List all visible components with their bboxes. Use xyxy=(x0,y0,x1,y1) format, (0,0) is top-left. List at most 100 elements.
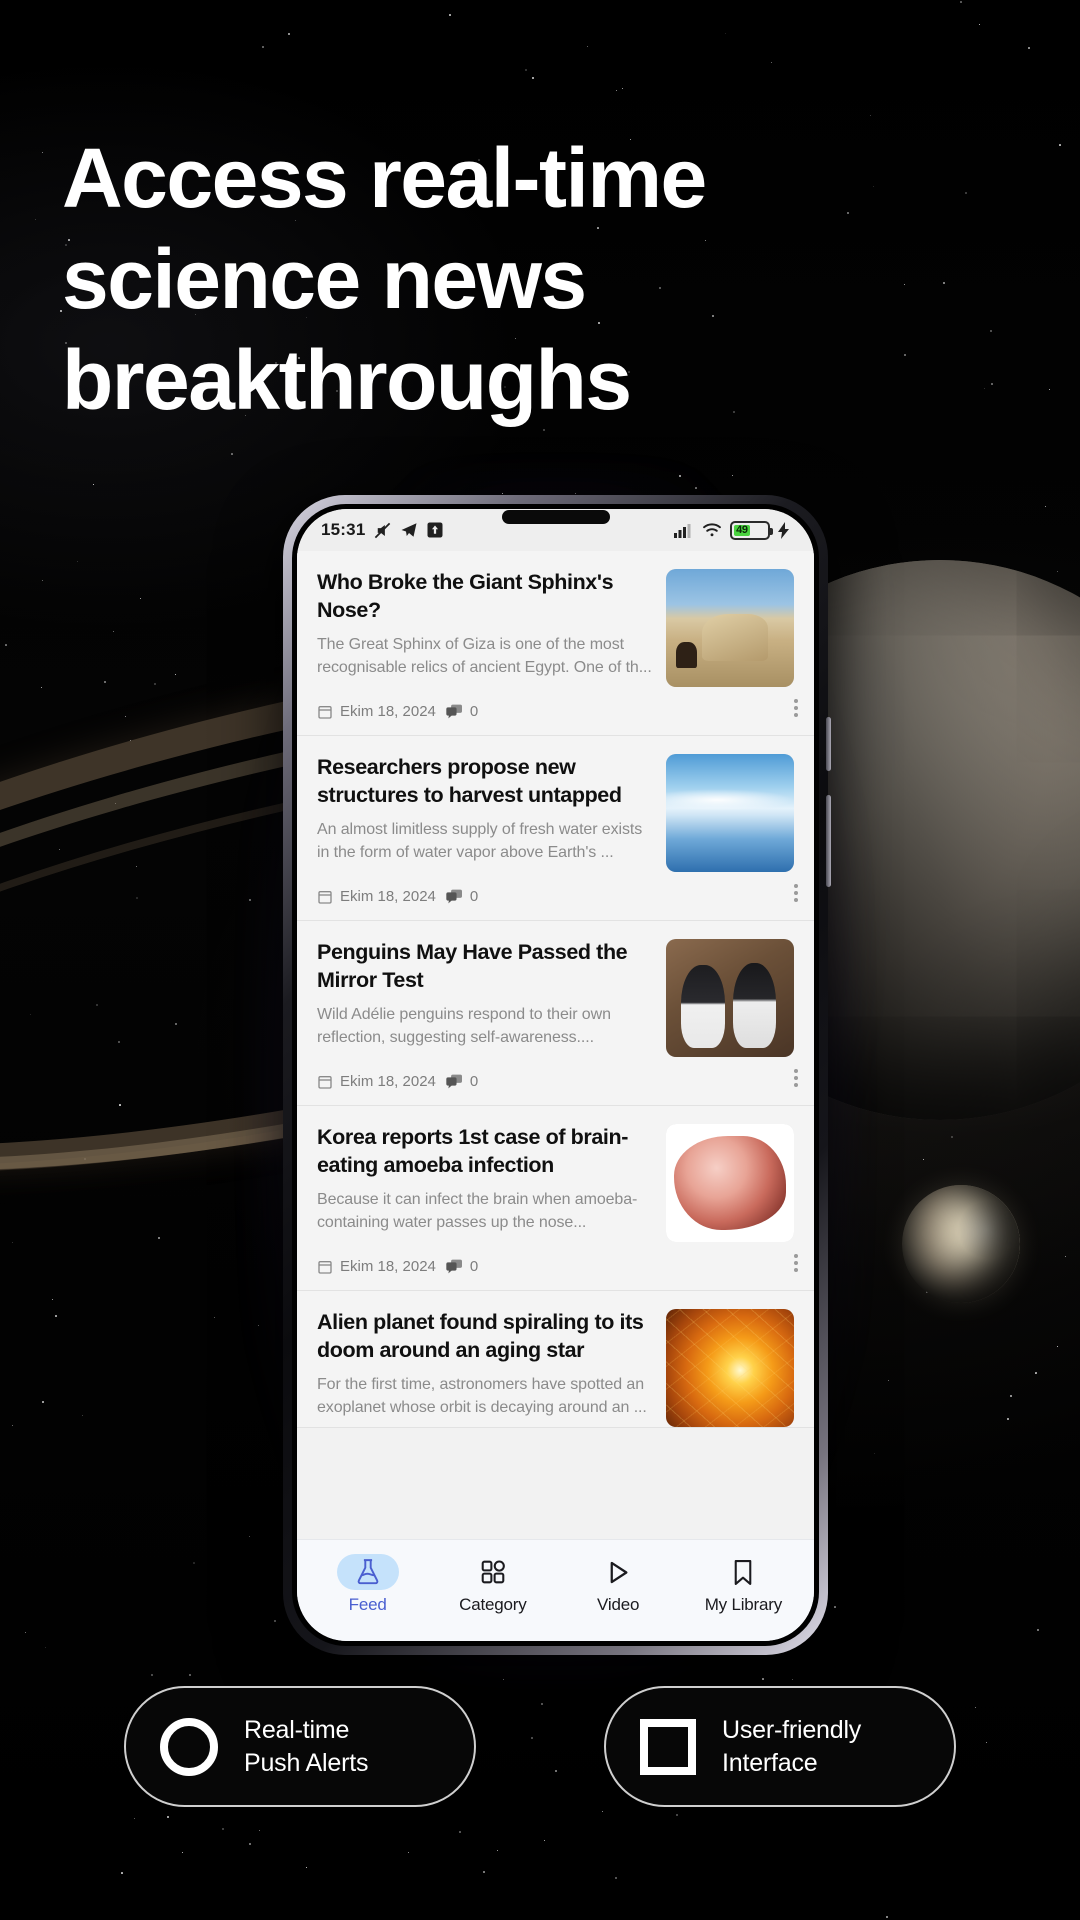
page-title: Access real-time science news breakthrou… xyxy=(62,128,892,430)
card-text: Who Broke the Giant Sphinx's Nose? The G… xyxy=(317,569,652,687)
card-comment-group: 0 xyxy=(446,1073,478,1090)
card-date: Ekim 18, 2024 xyxy=(340,1258,436,1275)
nav-label-category: Category xyxy=(459,1595,527,1614)
news-feed[interactable]: Who Broke the Giant Sphinx's Nose? The G… xyxy=(297,551,814,1539)
bottom-navigation: Feed Category Video My Library xyxy=(297,1539,814,1641)
signal-icon xyxy=(674,522,694,538)
feature-pill-line-1: Real-time xyxy=(244,1716,350,1744)
card-more-options-icon[interactable] xyxy=(794,884,798,902)
card-text: Penguins May Have Passed the Mirror Test… xyxy=(317,939,652,1057)
comment-icon xyxy=(446,1259,462,1274)
card-date: Ekim 18, 2024 xyxy=(340,703,436,720)
phone-notch xyxy=(501,510,610,524)
comment-icon xyxy=(446,889,462,904)
mute-icon xyxy=(373,521,392,540)
feature-pill-text: Real-time Push Alerts xyxy=(244,1714,368,1779)
card-text: Alien planet found spiraling to its doom… xyxy=(317,1309,652,1427)
news-card[interactable]: Alien planet found spiraling to its doom… xyxy=(297,1291,814,1428)
card-description: For the first time, astronomers have spo… xyxy=(317,1375,647,1416)
nav-item-category[interactable]: Category xyxy=(445,1554,541,1615)
comment-icon xyxy=(446,704,462,719)
card-title: Researchers propose new structures to ha… xyxy=(317,755,622,807)
calendar-icon xyxy=(318,1075,332,1089)
phone-frame: 15:31 49 Who Broke the Giant Sphinx's No… xyxy=(283,495,831,1655)
card-comment-count: 0 xyxy=(469,1073,479,1090)
feature-pill-line-2: Interface xyxy=(722,1748,818,1777)
star-flare-image xyxy=(666,1309,794,1427)
card-thumbnail[interactable] xyxy=(666,939,794,1057)
calendar-icon xyxy=(318,705,332,719)
upload-icon xyxy=(426,521,444,539)
news-card[interactable]: Korea reports 1st case of brain-eating a… xyxy=(297,1106,814,1291)
play-icon xyxy=(587,1554,649,1590)
feature-pills: Real-time Push Alerts User-friendly Inte… xyxy=(0,1686,1080,1807)
nav-item-video[interactable]: Video xyxy=(570,1554,666,1615)
phone-screen: 15:31 49 Who Broke the Giant Sphinx's No… xyxy=(297,509,814,1641)
feature-pill-line-2: Push Alerts xyxy=(244,1748,369,1777)
feature-pill-line-1: User-friendly xyxy=(722,1716,862,1744)
nav-label-feed: Feed xyxy=(348,1595,387,1614)
card-top: Korea reports 1st case of brain-eating a… xyxy=(317,1124,794,1242)
card-title: Korea reports 1st case of brain-eating a… xyxy=(317,1125,629,1177)
news-card[interactable]: Penguins May Have Passed the Mirror Test… xyxy=(297,921,814,1106)
moon xyxy=(902,1185,1020,1303)
card-top: Penguins May Have Passed the Mirror Test… xyxy=(317,939,794,1057)
card-comment-count: 0 xyxy=(469,1258,479,1275)
card-comment-count: 0 xyxy=(469,703,479,720)
headline-line-2: science news xyxy=(62,231,587,326)
headline-line-3: breakthroughs xyxy=(62,332,632,427)
card-thumbnail[interactable] xyxy=(666,569,794,687)
card-thumbnail[interactable] xyxy=(666,754,794,872)
nav-item-my-library[interactable]: My Library xyxy=(695,1554,791,1615)
grid-icon xyxy=(462,1554,524,1590)
card-comment-group: 0 xyxy=(446,1258,478,1275)
card-top: Researchers propose new structures to ha… xyxy=(317,754,794,872)
status-time: 15:31 xyxy=(321,520,366,539)
card-top: Alien planet found spiraling to its doom… xyxy=(317,1309,794,1427)
card-date-group: Ekim 18, 2024 xyxy=(317,703,436,720)
card-comment-count: 0 xyxy=(469,888,479,905)
charging-bolt-icon xyxy=(778,521,790,539)
card-meta: Ekim 18, 2024 0 xyxy=(317,1057,794,1105)
card-title: Who Broke the Giant Sphinx's Nose? xyxy=(317,570,614,622)
card-thumbnail[interactable] xyxy=(666,1124,794,1242)
status-bar-left: 15:31 xyxy=(321,520,444,540)
card-top: Who Broke the Giant Sphinx's Nose? The G… xyxy=(317,569,794,687)
card-description: Wild Adélie penguins respond to their ow… xyxy=(317,1005,611,1046)
card-description: An almost limitless supply of fresh wate… xyxy=(317,820,643,861)
penguin-mirror-image xyxy=(666,939,794,1057)
wifi-icon xyxy=(702,522,722,538)
nav-label-my-library: My Library xyxy=(704,1595,783,1614)
card-title: Alien planet found spiraling to its doom… xyxy=(317,1310,644,1362)
telegram-icon xyxy=(400,521,418,539)
amoeba-image xyxy=(666,1124,794,1242)
feature-pill-user-friendly-interface: User-friendly Interface xyxy=(604,1686,956,1807)
news-card[interactable]: Who Broke the Giant Sphinx's Nose? The G… xyxy=(297,551,814,736)
card-more-options-icon[interactable] xyxy=(794,1069,798,1087)
nav-item-feed[interactable]: Feed xyxy=(320,1554,416,1615)
comment-icon xyxy=(446,1074,462,1089)
feature-pill-realtime-push-alerts: Real-time Push Alerts xyxy=(124,1686,476,1807)
calendar-icon xyxy=(318,890,332,904)
card-thumbnail[interactable] xyxy=(666,1309,794,1427)
card-comment-group: 0 xyxy=(446,888,478,905)
phone-volume-button[interactable] xyxy=(826,717,831,771)
card-description: Because it can infect the brain when amo… xyxy=(317,1190,638,1231)
card-description: The Great Sphinx of Giza is one of the m… xyxy=(317,635,652,676)
card-more-options-icon[interactable] xyxy=(794,1254,798,1272)
phone-mockup: 15:31 49 Who Broke the Giant Sphinx's No… xyxy=(255,473,856,1679)
battery-icon: 49 xyxy=(730,520,773,540)
news-card[interactable]: Researchers propose new structures to ha… xyxy=(297,736,814,921)
card-date-group: Ekim 18, 2024 xyxy=(317,1073,436,1090)
phone-bezel: 15:31 49 Who Broke the Giant Sphinx's No… xyxy=(292,504,819,1646)
card-meta: Ekim 18, 2024 0 xyxy=(317,687,794,735)
square-outline-icon xyxy=(640,1718,696,1775)
phone-power-button[interactable] xyxy=(826,795,831,887)
battery-percent: 49 xyxy=(734,524,750,536)
card-date-group: Ekim 18, 2024 xyxy=(317,1258,436,1275)
card-more-options-icon[interactable] xyxy=(794,699,798,717)
status-bar-right: 49 xyxy=(674,520,790,540)
card-comment-group: 0 xyxy=(446,703,478,720)
calendar-icon xyxy=(318,1260,332,1274)
card-text: Korea reports 1st case of brain-eating a… xyxy=(317,1124,652,1242)
